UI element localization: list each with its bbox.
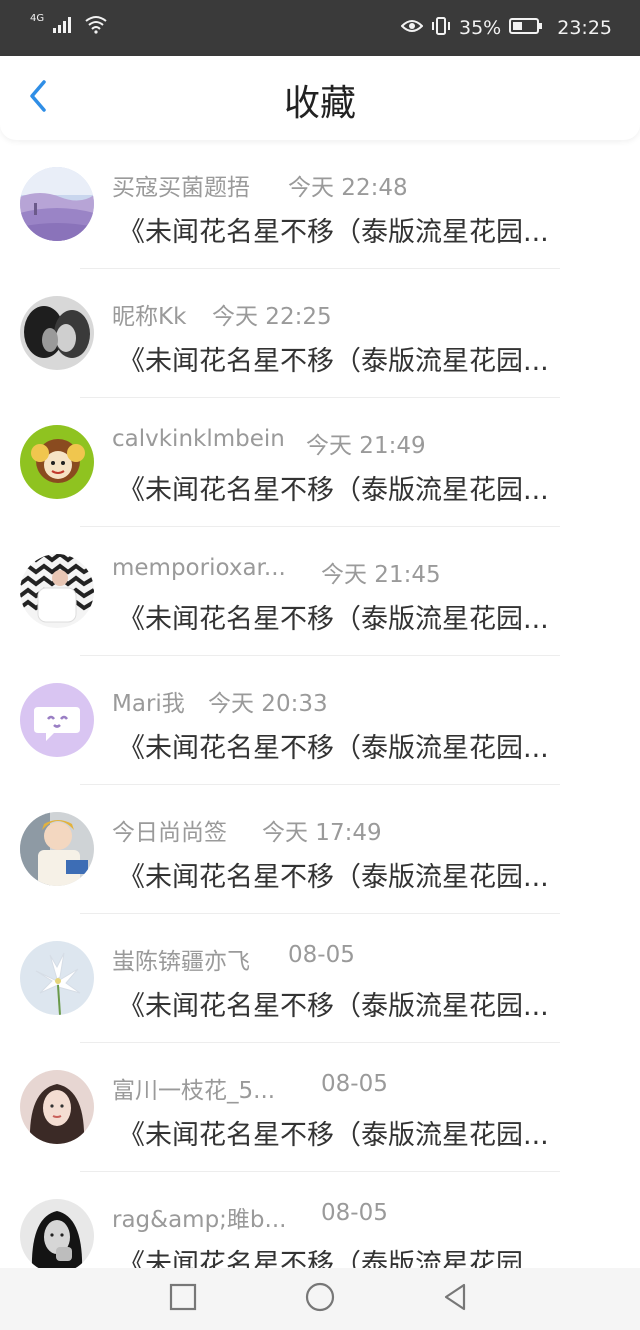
network-label: 4G xyxy=(30,12,45,24)
vibrate-icon xyxy=(431,16,451,41)
avatar[interactable] xyxy=(20,167,94,241)
post-snippet[interactable]: 《未闻花名星不移（泰版流星花园... xyxy=(118,855,606,894)
user-name[interactable]: Mari我 xyxy=(112,684,185,718)
post-snippet[interactable]: 《未闻花名星不移（泰版流星花园... xyxy=(118,468,606,507)
app-header: 收藏 xyxy=(0,56,640,140)
system-nav-bar xyxy=(0,1268,640,1330)
list-item[interactable]: memporioxar... 今天 21:45 《未闻花名星不移（泰版流星花园.… xyxy=(0,527,640,656)
user-name[interactable]: 蚩陈锛疆亦飞 xyxy=(112,942,250,976)
list-item[interactable]: 今日尚尚签 今天 17:49 《未闻花名星不移（泰版流星花园... xyxy=(0,785,640,914)
home-button[interactable] xyxy=(303,1282,337,1316)
chevron-left-icon xyxy=(27,79,49,117)
triangle-back-icon xyxy=(440,1282,470,1316)
post-time: 今天 21:49 xyxy=(306,433,426,459)
avatar[interactable] xyxy=(20,1070,94,1144)
post-time: 今天 21:45 xyxy=(321,562,441,588)
battery-percent: 35% xyxy=(459,17,502,39)
square-icon xyxy=(169,1283,197,1315)
post-time: 今天 17:49 xyxy=(262,820,382,846)
wifi-icon xyxy=(84,14,108,38)
post-snippet[interactable]: 《未闻花名星不移（泰版流星花园... xyxy=(118,210,606,249)
list-item[interactable]: 蚩陈锛疆亦飞 08-05 《未闻花名星不移（泰版流星花园... xyxy=(0,914,640,1043)
avatar[interactable] xyxy=(20,683,94,757)
post-time: 今天 20:33 xyxy=(208,691,328,717)
post-snippet[interactable]: 《未闻花名星不移（泰版流星花园... xyxy=(118,597,606,636)
post-time: 08-05 xyxy=(321,1071,388,1097)
clock: 23:25 xyxy=(557,17,612,39)
avatar[interactable] xyxy=(20,1199,94,1273)
list-item[interactable]: calvkinklmbein 今天 21:49 《未闻花名星不移（泰版流星花园.… xyxy=(0,398,640,527)
post-snippet[interactable]: 《未闻花名星不移（泰版流星花园... xyxy=(118,984,606,1023)
user-name[interactable]: 买寇买菌题捂 xyxy=(112,168,250,202)
battery-icon xyxy=(509,17,543,40)
user-name[interactable]: 富川一枝花_5... xyxy=(112,1071,275,1105)
favorites-list: 买寇买菌题捂 今天 22:48 《未闻花名星不移（泰版流星花园... 昵称Kk … xyxy=(0,140,640,1301)
list-item[interactable]: Mari我 今天 20:33 《未闻花名星不移（泰版流星花园... xyxy=(0,656,640,785)
list-item[interactable]: 富川一枝花_5... 08-05 《未闻花名星不移（泰版流星花园... xyxy=(0,1043,640,1172)
post-time: 08-05 xyxy=(288,942,355,968)
avatar[interactable] xyxy=(20,812,94,886)
signal-icon xyxy=(52,14,76,38)
user-name[interactable]: memporioxar... xyxy=(112,555,286,581)
list-item[interactable]: 昵称Kk 今天 22:25 《未闻花名星不移（泰版流星花园... xyxy=(0,269,640,398)
post-time: 今天 22:48 xyxy=(288,175,408,201)
recent-apps-button[interactable] xyxy=(166,1282,200,1316)
back-nav-button[interactable] xyxy=(438,1282,472,1316)
back-button[interactable] xyxy=(18,78,58,118)
circle-icon xyxy=(304,1281,336,1317)
status-right: 35% 23:25 xyxy=(400,0,612,56)
post-time: 今天 22:25 xyxy=(212,304,332,330)
page-title: 收藏 xyxy=(283,83,356,124)
avatar[interactable] xyxy=(20,941,94,1015)
post-time: 08-05 xyxy=(321,1200,388,1226)
eye-icon xyxy=(400,17,424,39)
avatar[interactable] xyxy=(20,296,94,370)
user-name[interactable]: calvkinklmbein xyxy=(112,426,285,452)
status-bar: 4G 35% 23:25 xyxy=(0,0,640,56)
status-left: 4G xyxy=(30,12,108,38)
post-snippet[interactable]: 《未闻花名星不移（泰版流星花园... xyxy=(118,1113,606,1152)
list-item[interactable]: 买寇买菌题捂 今天 22:48 《未闻花名星不移（泰版流星花园... xyxy=(0,140,640,269)
post-snippet[interactable]: 《未闻花名星不移（泰版流星花园... xyxy=(118,339,606,378)
user-name[interactable]: rag&amp;雎b... xyxy=(112,1200,286,1234)
post-snippet[interactable]: 《未闻花名星不移（泰版流星花园... xyxy=(118,726,606,765)
user-name[interactable]: 昵称Kk xyxy=(112,297,186,331)
user-name[interactable]: 今日尚尚签 xyxy=(112,813,227,847)
avatar[interactable] xyxy=(20,554,94,628)
avatar[interactable] xyxy=(20,425,94,499)
